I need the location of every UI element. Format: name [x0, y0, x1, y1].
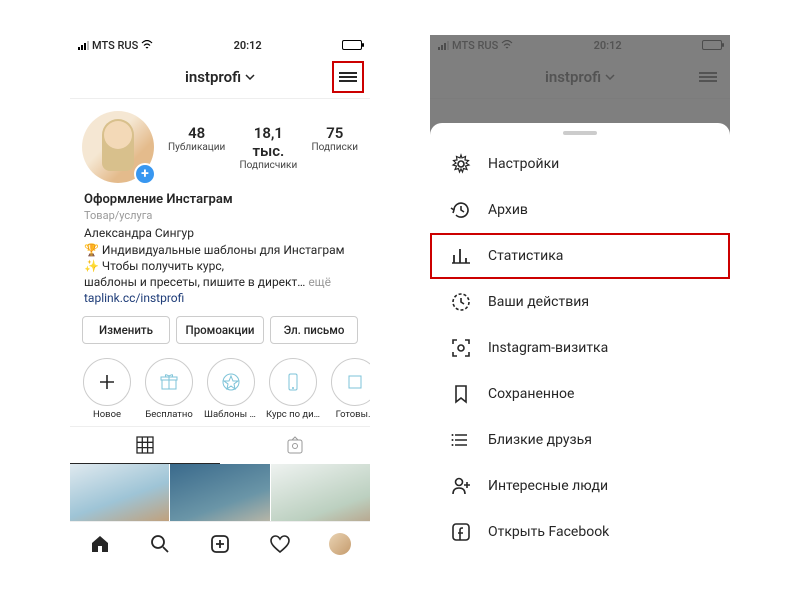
menu-label: Близкие друзья — [488, 432, 592, 448]
nav-profile[interactable] — [328, 532, 352, 556]
menu-label: Instagram-визитка — [488, 340, 608, 356]
highlight-new[interactable]: Новое — [80, 358, 134, 420]
bio-link[interactable]: taplink.cc/instprofi — [84, 290, 356, 306]
menu-label: Открыть Facebook — [488, 524, 609, 540]
nav-search[interactable] — [148, 532, 172, 556]
status-bar: MTS RUS 20:12 — [70, 35, 370, 55]
layers-icon — [344, 371, 366, 393]
username-label: instprofi — [185, 68, 241, 86]
menu-label: Статистика — [488, 248, 563, 264]
highlight-item[interactable]: Бесплатно — [142, 358, 196, 420]
hamburger-icon — [339, 70, 357, 84]
tab-grid[interactable] — [70, 427, 220, 464]
profile-screen: MTS RUS 20:12 instprofi + 48 Публикации — [70, 35, 370, 565]
heart-icon — [269, 533, 291, 555]
add-story-icon[interactable]: + — [134, 163, 156, 185]
nav-home[interactable] — [88, 532, 112, 556]
author-name: Александра Сингур — [84, 225, 356, 241]
profile-tabs — [70, 426, 370, 464]
menu-screen: MTS RUS 20:12 instprofi Настройки Архив … — [430, 35, 730, 565]
scan-icon — [450, 337, 472, 359]
wifi-icon — [141, 40, 153, 50]
highlight-item[interactable]: Шаблоны п… — [204, 358, 258, 420]
bottom-nav — [70, 521, 370, 565]
stat-followers[interactable]: 18,1 тыс. Подписчики — [239, 124, 297, 171]
email-button[interactable]: Эл. письмо — [270, 316, 358, 344]
username-dropdown[interactable]: instprofi — [185, 68, 255, 86]
signal-icon — [78, 41, 89, 50]
menu-discover[interactable]: Интересные люди — [430, 463, 730, 509]
category-label: Товар/услуга — [84, 209, 356, 224]
menu-label: Настройки — [488, 156, 559, 172]
phone-icon — [282, 371, 304, 393]
menu-settings[interactable]: Настройки — [430, 141, 730, 187]
tagged-icon — [285, 436, 305, 456]
menu-label: Интересные люди — [488, 478, 608, 494]
facebook-icon — [450, 521, 472, 543]
stat-following[interactable]: 75 Подписки — [312, 124, 358, 171]
grid-icon — [135, 435, 155, 455]
gift-icon — [158, 371, 180, 393]
nav-activity[interactable] — [268, 532, 292, 556]
new-post-icon — [209, 533, 231, 555]
bookmark-icon — [450, 383, 472, 405]
star-icon — [220, 371, 242, 393]
search-icon — [149, 533, 171, 555]
menu-saved[interactable]: Сохраненное — [430, 371, 730, 417]
stat-posts[interactable]: 48 Публикации — [168, 124, 225, 171]
tab-tagged[interactable] — [220, 427, 370, 464]
hamburger-button[interactable] — [332, 61, 364, 93]
clock-icon — [450, 199, 472, 221]
activity-clock-icon — [450, 291, 472, 313]
menu-insights[interactable]: Статистика — [430, 233, 730, 279]
bio-line: 🏆 Индивидуальные шаблоны для Инстаграм — [84, 242, 356, 258]
bio-block: Оформление Инстаграм Товар/услуга Алекса… — [70, 191, 370, 306]
carrier-label: MTS RUS — [92, 39, 138, 52]
sheet-handle[interactable] — [563, 131, 597, 135]
nav-new-post[interactable] — [208, 532, 232, 556]
home-icon — [89, 533, 111, 555]
add-user-icon — [450, 475, 472, 497]
bio-line: ✨ Чтобы получить курс, — [84, 258, 356, 274]
highlights-row[interactable]: Новое Бесплатно Шаблоны п… Курс по ди… Г… — [70, 354, 370, 426]
avatar-mini — [329, 533, 351, 555]
edit-profile-button[interactable]: Изменить — [82, 316, 170, 344]
promotions-button[interactable]: Промоакции — [176, 316, 264, 344]
list-icon — [450, 429, 472, 451]
menu-archive[interactable]: Архив — [430, 187, 730, 233]
menu-sheet: Настройки Архив Статистика Ваши действия… — [430, 123, 730, 565]
menu-nametag[interactable]: Instagram-визитка — [430, 325, 730, 371]
bio-more[interactable]: ещё — [308, 275, 331, 289]
menu-label: Ваши действия — [488, 294, 589, 310]
display-name: Оформление Инстаграм — [84, 191, 356, 209]
clock: 20:12 — [234, 39, 262, 52]
gear-icon — [450, 153, 472, 175]
highlight-item[interactable]: Готовы… — [328, 358, 370, 420]
menu-label: Сохраненное — [488, 386, 574, 402]
menu-close-friends[interactable]: Близкие друзья — [430, 417, 730, 463]
menu-facebook[interactable]: Открыть Facebook — [430, 509, 730, 555]
bar-chart-icon — [450, 245, 472, 267]
highlight-item[interactable]: Курс по ди… — [266, 358, 320, 420]
plus-icon — [98, 373, 116, 391]
chevron-down-icon — [245, 74, 255, 80]
profile-avatar[interactable]: + — [82, 111, 154, 183]
battery-icon — [342, 40, 362, 50]
profile-header: instprofi — [70, 55, 370, 99]
menu-activity[interactable]: Ваши действия — [430, 279, 730, 325]
menu-label: Архив — [488, 202, 528, 218]
bio-line: шаблоны и пресеты, пишите в директ… — [84, 275, 305, 289]
